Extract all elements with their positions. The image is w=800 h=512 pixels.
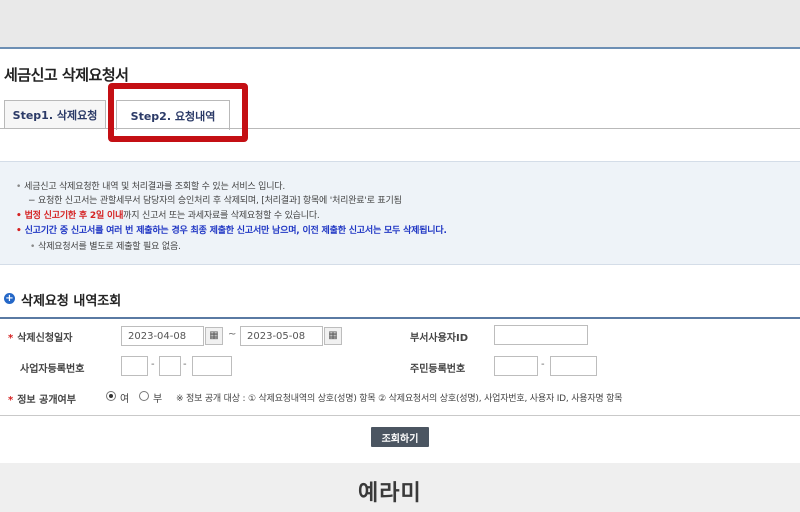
section-title: 삭제요청 내역조회 — [21, 294, 122, 309]
info-line: • 신고기간 중 신고서를 여러 번 제출하는 경우 최종 제출한 신고서만 남으… — [16, 226, 447, 236]
page-title: 세금신고 삭제요청서 — [4, 66, 129, 84]
calendar-icon[interactable]: ▦ — [205, 327, 223, 345]
resident-no-part2-input[interactable] — [550, 356, 597, 376]
info-box: • 세금신고 삭제요청한 내역 및 처리결과를 조회할 수 있는 서비스 입니다.… — [0, 161, 800, 265]
date-from-input[interactable] — [121, 326, 204, 346]
dept-user-id-input[interactable] — [494, 325, 588, 345]
date-range-tilde: ~ — [228, 329, 237, 340]
top-rule — [0, 47, 800, 49]
form-top-rule — [0, 317, 800, 319]
top-band — [0, 0, 800, 47]
calendar-icon[interactable]: ▦ — [324, 327, 342, 345]
info-line: • 세금신고 삭제요청한 내역 및 처리결과를 조회할 수 있는 서비스 입니다. — [16, 182, 286, 192]
biz-no-part2-input[interactable] — [159, 356, 181, 376]
disclosure-yes-label: 여 — [120, 394, 130, 405]
request-date-label: * 삭제신청일자 — [8, 333, 73, 344]
dept-user-label: 부서사용자ID — [410, 333, 469, 344]
biz-no-part3-input[interactable] — [192, 356, 232, 376]
tab-step1[interactable]: Step1. 삭제요청 — [4, 100, 106, 128]
dash: - — [183, 359, 187, 370]
disclosure-no-radio[interactable] — [139, 391, 149, 401]
info-line: • 법정 신고기한 후 2일 이내까지 신고서 또는 과세자료를 삭제요청할 수 … — [16, 211, 320, 221]
biz-no-label: 사업자등록번호 — [20, 364, 85, 375]
disclosure-notice: ※ 정보 공개 대상 : ① 삭제요청내역의 상호(성명) 항목 ② 삭제요청서… — [176, 394, 623, 404]
info-line: • 삭제요청서를 별도로 제출할 필요 없음. — [30, 242, 181, 252]
dash: - — [151, 359, 155, 370]
resident-no-label: 주민등록번호 — [410, 364, 466, 375]
date-to-input[interactable] — [240, 326, 323, 346]
biz-no-part1-input[interactable] — [121, 356, 148, 376]
watermark: 예라미 — [358, 481, 422, 506]
info-line: − 요청한 신고서는 관할세무서 담당자의 승인처리 후 삭제되며, [처리결과… — [28, 196, 402, 206]
highlight-annotation-box — [108, 83, 248, 142]
disclosure-label: * 정보 공개여부 — [8, 395, 76, 406]
dash: - — [541, 359, 545, 370]
search-button[interactable]: 조회하기 — [371, 427, 429, 447]
disclosure-yes-radio[interactable] — [106, 391, 116, 401]
form-bottom-rule — [0, 415, 800, 416]
section-plus-icon: + — [4, 293, 15, 304]
resident-no-part1-input[interactable] — [494, 356, 538, 376]
disclosure-no-label: 부 — [153, 394, 163, 405]
